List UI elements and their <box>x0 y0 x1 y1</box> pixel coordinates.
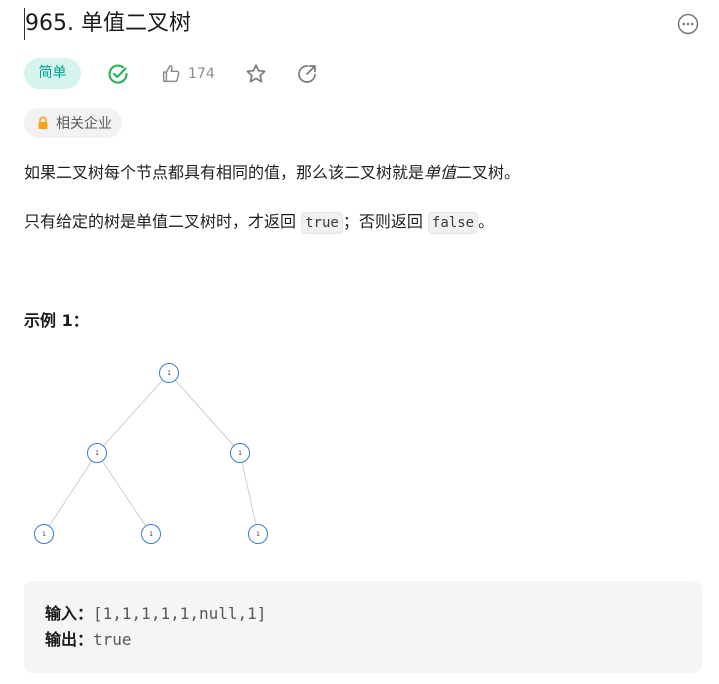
example-title: 示例 1： <box>24 311 89 330</box>
tree-edge <box>96 372 170 454</box>
input-value: [1,1,1,1,1,null,1] <box>93 604 267 623</box>
tree-node-label: 1 <box>42 531 46 538</box>
emphasis-text: 单值 <box>424 163 457 182</box>
tree-node-label: 1 <box>256 531 260 538</box>
more-options-icon[interactable] <box>677 13 699 35</box>
tree-edge <box>168 372 241 454</box>
tree-node-label: 1 <box>238 450 242 457</box>
output-label: 输出： <box>45 630 94 649</box>
example-output: 输出：true <box>45 628 132 652</box>
binary-tree-diagram: 1 1 1 1 1 1 <box>34 363 268 544</box>
share-icon[interactable] <box>295 62 319 86</box>
company-tag-label: 相关企业 <box>56 116 112 132</box>
input-label: 输入： <box>45 604 94 623</box>
like-count: 174 <box>188 66 215 82</box>
example-input: 输入：[1,1,1,1,1,null,1] <box>45 602 266 626</box>
description-paragraph-2: 只有给定的树是单值二叉树时，才返回 true ；否则返回 false。 <box>24 209 494 236</box>
tree-node-label: 1 <box>95 450 99 457</box>
lock-icon <box>38 116 48 129</box>
code-false: false <box>427 212 479 234</box>
tree-edges <box>43 372 259 535</box>
check-circle-icon <box>108 64 128 84</box>
difficulty-badge: 简单 <box>24 58 81 89</box>
tree-node-label: 1 <box>167 370 171 377</box>
tree-node-label: 1 <box>149 531 153 538</box>
description-paragraph-1: 如果二叉树每个节点都具有相同的值，那么该二叉树就是单值二叉树。 <box>24 163 521 182</box>
example-io-block: 输入：[1,1,1,1,1,null,1] 输出：true <box>24 581 702 673</box>
problem-title: 965. 单值二叉树 <box>24 8 191 40</box>
like-button[interactable]: 174 <box>160 61 215 87</box>
code-true: true <box>301 212 343 234</box>
thumbs-up-icon <box>162 65 180 83</box>
tree-edge <box>43 452 98 535</box>
star-icon[interactable] <box>244 62 268 86</box>
company-tag-button[interactable]: 相关企业 <box>24 108 122 138</box>
tree-edge <box>239 452 259 535</box>
output-value: true <box>93 630 132 649</box>
tree-edge <box>96 452 152 535</box>
